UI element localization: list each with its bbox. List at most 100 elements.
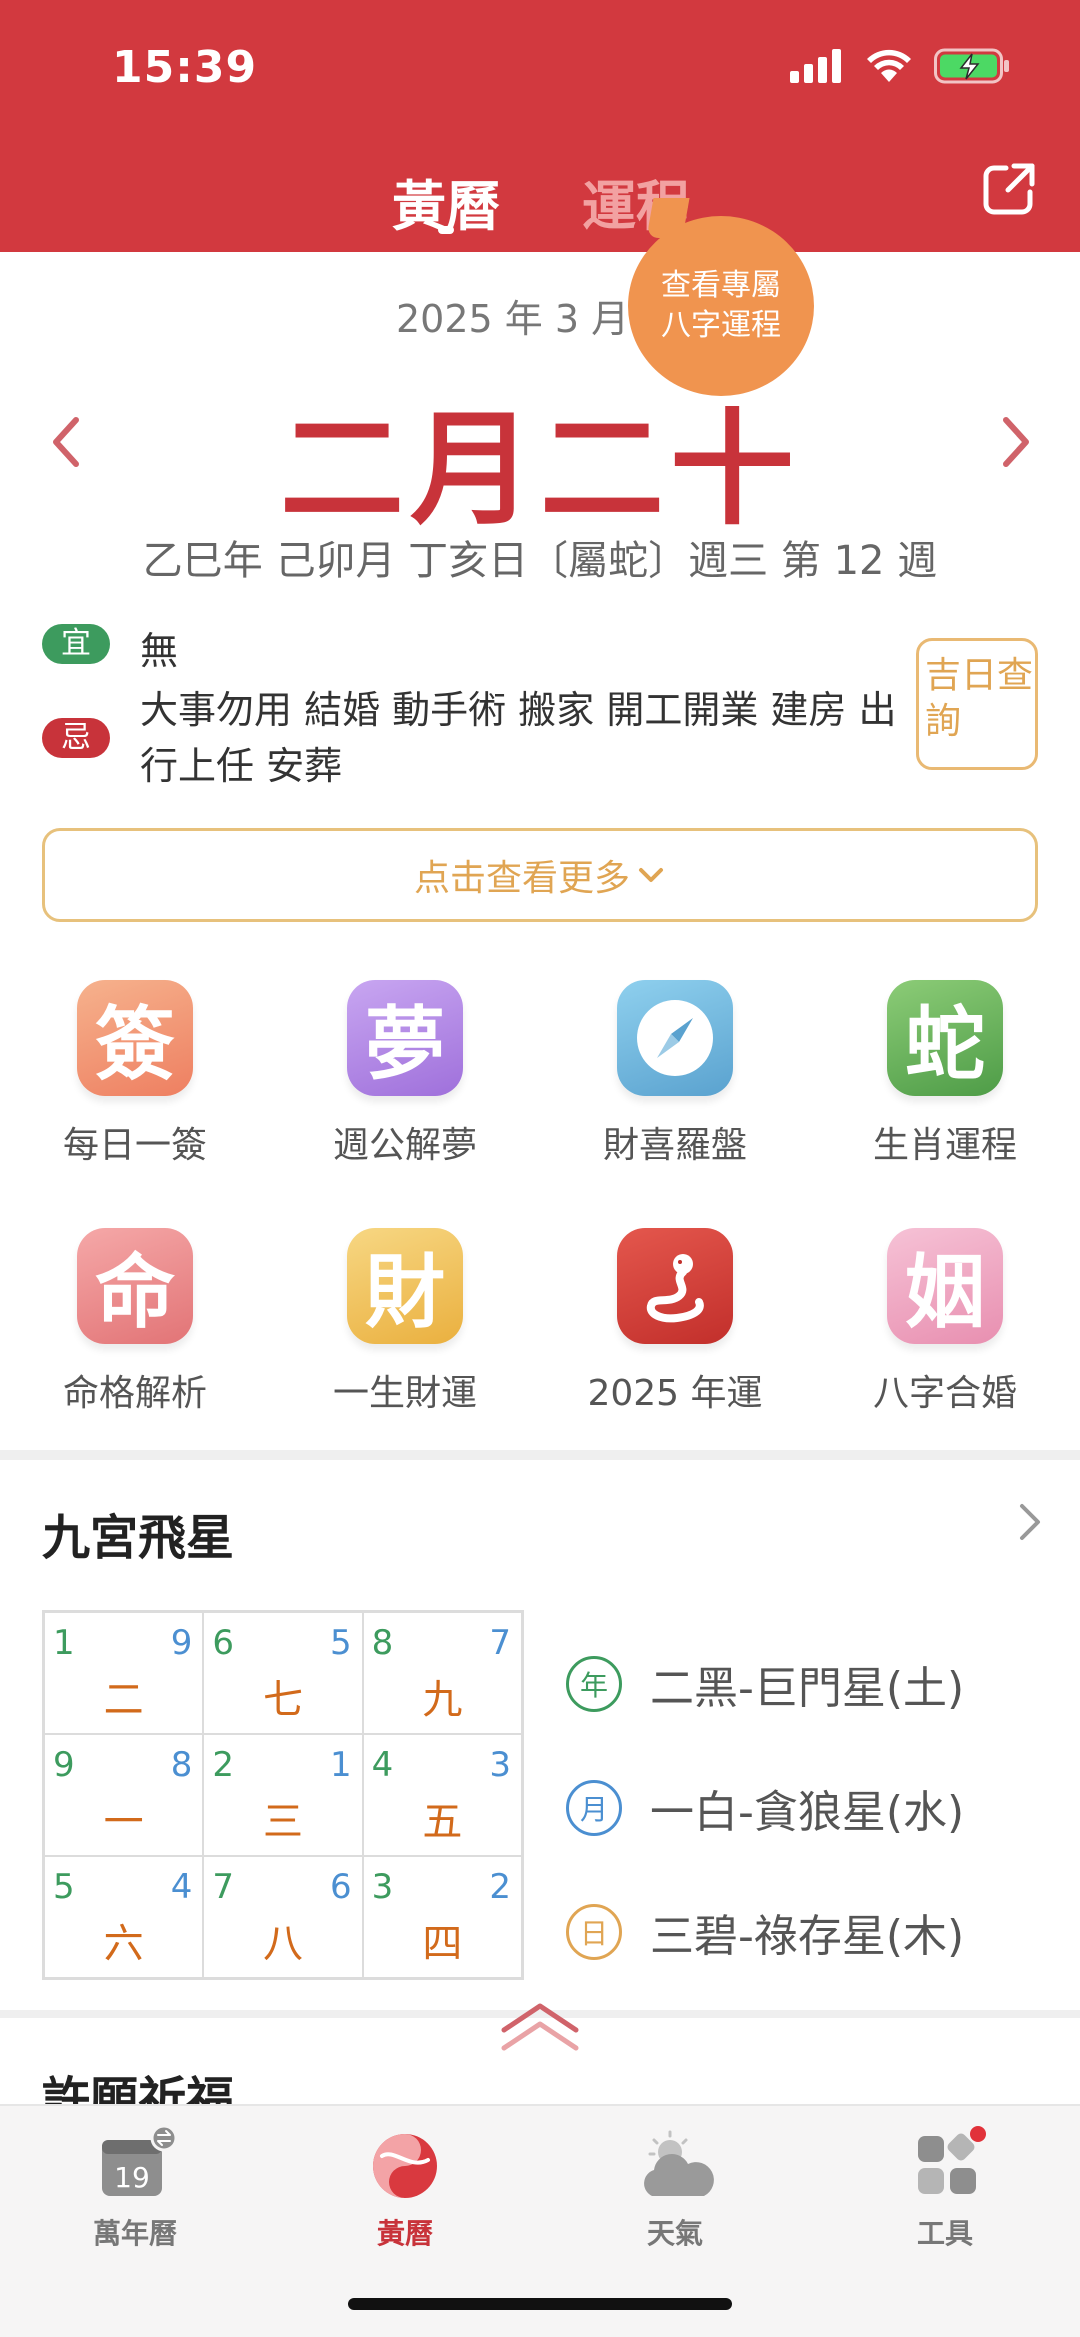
wealth-icon: 財 xyxy=(347,1228,463,1344)
snake-icon xyxy=(646,1254,704,1323)
cell-blue-number: 8 xyxy=(170,1745,193,1785)
jiri-query-button[interactable]: 吉日查詢 xyxy=(916,638,1038,770)
compass-tile xyxy=(617,980,733,1096)
promo-line-1: 查看專屬 xyxy=(661,268,781,303)
destiny-icon: 命 xyxy=(77,1228,193,1344)
status-time: 15:39 xyxy=(112,42,258,93)
feature-label: 財喜羅盤 xyxy=(602,1125,747,1166)
year-star-text: 二黑-巨門星(土) xyxy=(650,1663,965,1714)
grid-cell: 9 8一 xyxy=(44,1734,204,1856)
cell-star-numeral: 二 xyxy=(103,1677,144,1723)
cell-blue-number: 5 xyxy=(330,1623,352,1663)
tab-calendar[interactable]: 19 萬年曆 xyxy=(35,2124,235,2252)
grid-cell: 4 3五 xyxy=(362,1734,522,1856)
cell-blue-number: 3 xyxy=(489,1745,511,1785)
grid-cell: 8 7九 xyxy=(362,1612,522,1734)
cell-blue-number: 4 xyxy=(170,1867,193,1907)
feature-dream[interactable]: 夢 週公解夢 xyxy=(270,980,540,1168)
tab-label: 黃曆 xyxy=(376,2217,433,2250)
month-star-row: 月 一白-貪狼星(水) xyxy=(566,1776,964,1840)
year-badge: 年 xyxy=(566,1656,622,1712)
cell-green-number: 8 xyxy=(371,1623,394,1663)
yi-text: 無 xyxy=(140,629,179,673)
tab-label: 工具 xyxy=(916,2217,973,2250)
cell-green-number: 2 xyxy=(212,1745,234,1785)
feature-label: 八字合婚 xyxy=(872,1373,1017,1414)
cell-star-numeral: 五 xyxy=(422,1799,463,1845)
tab-tools[interactable]: 工具 xyxy=(845,2126,1045,2252)
home-indicator xyxy=(348,2298,732,2310)
tab-huangli-bottom[interactable]: 黃曆 xyxy=(305,2126,505,2252)
feature-label: 每日一簽 xyxy=(62,1125,207,1166)
cell-green-number: 1 xyxy=(53,1623,75,1663)
collapse-chevron-icon[interactable] xyxy=(498,2000,582,2060)
battery-charging-icon xyxy=(934,48,1009,84)
cell-green-number: 3 xyxy=(371,1867,394,1907)
grid-cell: 1 9二 xyxy=(44,1612,204,1734)
share-icon[interactable] xyxy=(980,160,1038,218)
cell-star-numeral: 六 xyxy=(103,1921,144,1967)
month-badge: 月 xyxy=(566,1780,622,1836)
cell-star-numeral: 三 xyxy=(262,1799,303,1845)
year-snake-tile xyxy=(617,1228,733,1344)
bazi-promo-bubble[interactable]: 查看專屬 八字運程 xyxy=(628,216,814,396)
yinyang-icon xyxy=(373,2134,437,2198)
compass-icon xyxy=(637,1000,713,1076)
promo-line-2: 八字運程 xyxy=(661,308,781,343)
lunar-date: 二月二十 xyxy=(279,397,800,542)
grid-cell: 2 1三 xyxy=(203,1734,363,1856)
chevron-right-icon[interactable] xyxy=(1016,1502,1044,1542)
tab-label: 萬年曆 xyxy=(92,2217,177,2250)
tools-grid-icon xyxy=(918,2126,986,2194)
cell-green-number: 6 xyxy=(212,1623,234,1663)
view-more-label: 点击查看更多 xyxy=(413,858,630,899)
section-divider xyxy=(0,1450,1080,1460)
cell-star-numeral: 一 xyxy=(103,1799,144,1845)
day-badge: 日 xyxy=(566,1904,622,1960)
calendar-icon: 19 xyxy=(102,2124,178,2196)
tab-label: 天氣 xyxy=(646,2217,703,2250)
tab-weather[interactable]: 天氣 xyxy=(575,2126,775,2252)
marriage-icon: 姻 xyxy=(887,1228,1003,1344)
chevron-down-icon xyxy=(639,868,663,882)
ganzhi-line: 乙巳年 己卯月 丁亥日〔屬蛇〕週三 第 12 週 xyxy=(142,538,938,584)
zodiac-snake-icon: 蛇 xyxy=(887,980,1003,1096)
signal-icon xyxy=(790,49,841,83)
cell-blue-number: 1 xyxy=(330,1745,352,1785)
cell-blue-number: 9 xyxy=(170,1623,193,1663)
ji-badge: 忌 xyxy=(42,718,110,758)
next-day-chevron-icon[interactable] xyxy=(996,412,1036,472)
ji-text: 大事勿用 結婚 動手術 搬家 開工開業 建房 出行上任 安葬 xyxy=(140,688,897,788)
feature-wealth[interactable]: 財 一生財運 xyxy=(270,1228,540,1416)
feature-compass[interactable]: 財喜羅盤 xyxy=(540,980,810,1168)
dream-icon: 夢 xyxy=(347,980,463,1096)
grid-cell: 6 5七 xyxy=(203,1612,363,1734)
wifi-icon xyxy=(867,49,911,82)
feature-destiny[interactable]: 命 命格解析 xyxy=(0,1228,270,1416)
day-star-text: 三碧-祿存星(木) xyxy=(650,1911,965,1962)
cell-star-numeral: 九 xyxy=(422,1677,463,1723)
view-more-button[interactable]: 点击查看更多 xyxy=(42,828,1038,922)
cell-star-numeral: 七 xyxy=(262,1677,303,1723)
feature-marriage[interactable]: 姻 八字合婚 xyxy=(810,1228,1080,1416)
daily-lot-icon: 簽 xyxy=(77,980,193,1096)
app-screen: 15:39 黃曆 運程 查看專屬 八字運程 2025 年 3 月 19 二月二十… xyxy=(0,0,1080,2337)
feature-label: 一生財運 xyxy=(332,1373,477,1414)
grid-cell: 3 2四 xyxy=(362,1856,522,1978)
feature-label: 生肖運程 xyxy=(872,1125,1017,1166)
cell-green-number: 4 xyxy=(371,1745,394,1785)
cell-blue-number: 6 xyxy=(330,1867,352,1907)
grid-cell: 5 4六 xyxy=(44,1856,204,1978)
feature-label: 2025 年運 xyxy=(587,1373,763,1414)
weather-cloud-icon xyxy=(644,2130,714,2196)
nine-palace-grid: 19二 65七 87九 98一 21三 43五 54六 76八 32四 xyxy=(42,1610,524,1980)
cell-green-number: 5 xyxy=(53,1867,75,1907)
month-star-text: 一白-貪狼星(水) xyxy=(650,1787,965,1838)
cell-green-number: 9 xyxy=(53,1745,75,1785)
feature-daily-lot[interactable]: 簽 每日一簽 xyxy=(0,980,270,1168)
header-bar: 15:39 黃曆 運程 xyxy=(0,0,1080,252)
feature-year-fortune[interactable]: 2025 年運 xyxy=(540,1228,810,1416)
active-tab-indicator xyxy=(438,226,454,234)
feature-zodiac[interactable]: 蛇 生肖運程 xyxy=(810,980,1080,1168)
day-star-row: 日 三碧-祿存星(木) xyxy=(566,1900,964,1964)
